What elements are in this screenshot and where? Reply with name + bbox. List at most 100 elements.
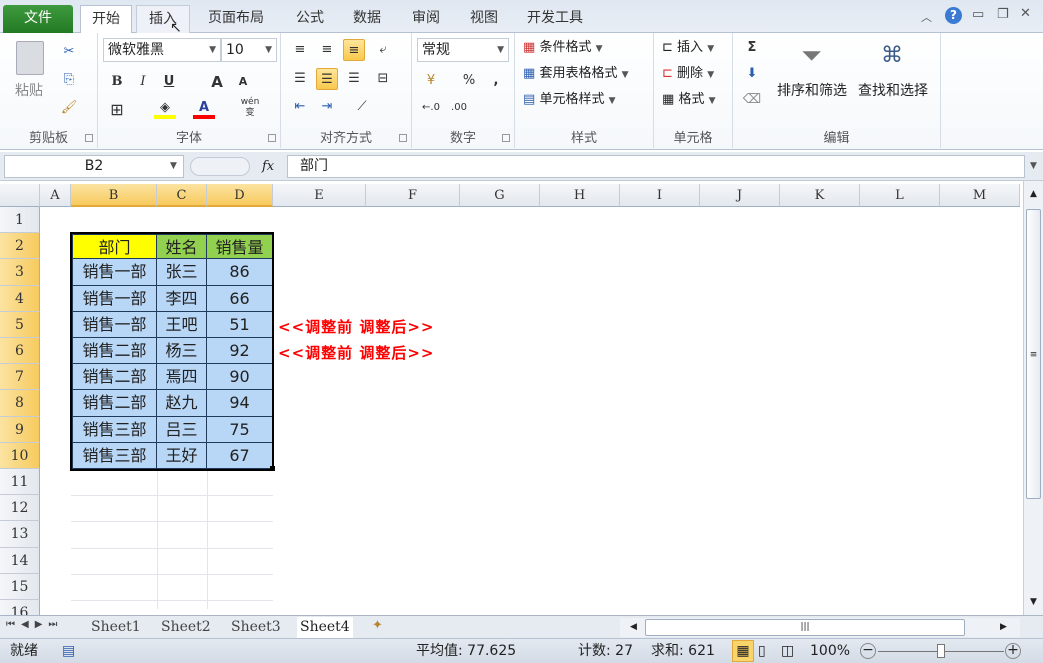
column-header-j[interactable]: J	[700, 184, 780, 207]
table-cell[interactable]: 销售一部	[71, 311, 157, 338]
name-box-dropdown-icon[interactable]: ▼	[170, 161, 177, 171]
table-cell[interactable]: 92	[207, 338, 273, 365]
row-header-10[interactable]: 10	[0, 442, 40, 469]
column-header-c[interactable]: C	[157, 184, 207, 207]
zoom-slider-thumb[interactable]	[937, 644, 945, 658]
align-left-icon[interactable]: ☰	[289, 68, 311, 90]
sheet-tab-sheet1[interactable]: Sheet1	[88, 617, 144, 638]
sheet-tab-sheet2[interactable]: Sheet2	[158, 617, 214, 638]
tab-page-layout[interactable]: 页面布局	[200, 5, 272, 33]
table-cell[interactable]: 赵九	[157, 390, 207, 417]
row-header-6[interactable]: 6	[0, 338, 40, 365]
macro-record-icon[interactable]: ▤	[62, 639, 75, 663]
tab-review[interactable]: 审阅	[404, 5, 448, 33]
table-cell[interactable]: 94	[207, 390, 273, 417]
page-break-view-icon[interactable]: ◫	[781, 639, 794, 663]
number-format-select[interactable]: 常规 ▼	[417, 38, 509, 62]
fill-icon[interactable]: ⬇	[741, 63, 763, 85]
scroll-down-icon[interactable]: ▼	[1026, 597, 1041, 611]
cut-icon[interactable]: ✂	[58, 41, 80, 63]
table-cell[interactable]: 销售三部	[71, 416, 157, 443]
normal-view-icon[interactable]: ▦	[732, 640, 754, 662]
copy-icon[interactable]: ⎘	[58, 69, 80, 91]
align-top-icon[interactable]: ≡	[289, 39, 311, 61]
row-header-1[interactable]: 1	[0, 207, 40, 234]
tab-formulas[interactable]: 公式	[288, 5, 332, 33]
horizontal-scrollbar[interactable]: ◀ ||| ▶	[620, 618, 1020, 637]
shrink-font-button[interactable]: A	[232, 71, 254, 93]
column-header-a[interactable]: A	[40, 184, 71, 207]
cell-styles-button[interactable]: ▤ 单元格样式 ▼	[523, 90, 616, 111]
row-header-11[interactable]: 11	[0, 469, 40, 496]
row-header-14[interactable]: 14	[0, 547, 40, 574]
sort-filter-button[interactable]: 排序和筛选	[777, 81, 847, 101]
phonetic-button[interactable]: wén 变	[238, 97, 262, 119]
table-cell[interactable]: 66	[207, 285, 273, 312]
column-header-b[interactable]: B	[71, 184, 157, 207]
formula-input[interactable]: 部门	[287, 155, 1025, 178]
table-cell[interactable]: 王好	[157, 442, 207, 469]
row-header-9[interactable]: 9	[0, 416, 40, 443]
column-header-k[interactable]: K	[780, 184, 860, 207]
row-header-5[interactable]: 5	[0, 311, 40, 338]
table-cell[interactable]: 吕三	[157, 416, 207, 443]
table-cell[interactable]: 李四	[157, 285, 207, 312]
conditional-format-button[interactable]: ▦ 条件格式 ▼	[523, 38, 603, 59]
align-center-icon[interactable]: ☰	[316, 68, 338, 90]
minimize-window-icon[interactable]: ▭	[972, 7, 984, 22]
column-header-g[interactable]: G	[460, 184, 540, 207]
close-window-icon[interactable]: ✕	[1020, 6, 1031, 21]
table-cell[interactable]: 67	[207, 442, 273, 469]
paste-button[interactable]: 粘贴	[15, 81, 43, 101]
row-header-8[interactable]: 8	[0, 390, 40, 417]
table-cell[interactable]: 75	[207, 416, 273, 443]
comma-button[interactable]: ,	[485, 70, 507, 92]
scroll-right-icon[interactable]: ▶	[1000, 618, 1007, 637]
paste-icon[interactable]	[16, 41, 44, 75]
help-icon[interactable]: ?	[945, 7, 962, 24]
tab-insert[interactable]: 插入	[136, 5, 190, 33]
autosum-button[interactable]: Σ	[741, 37, 763, 59]
currency-icon[interactable]: ¥	[420, 70, 442, 92]
sheet-navigation-icons[interactable]: ⏮◀▶⏭	[6, 619, 63, 630]
dialog-launcher-icon[interactable]	[399, 134, 407, 142]
format-cells-button[interactable]: ▦ 格式 ▼	[662, 90, 716, 111]
worksheet-grid[interactable]: A B C D E F G H I J K L M 1 2 3 4 5 6 7 8 9 10 11 12 13 14 15 16 部门 姓名…	[0, 184, 1023, 615]
scroll-left-icon[interactable]: ◀	[630, 618, 637, 637]
page-layout-view-icon[interactable]: ▯	[758, 639, 766, 663]
format-painter-icon[interactable]: 🖌	[58, 97, 80, 119]
table-cell[interactable]: 销售一部	[71, 285, 157, 312]
table-cell[interactable]: 86	[207, 259, 273, 286]
column-header-i[interactable]: I	[620, 184, 700, 207]
row-header-2[interactable]: 2	[0, 233, 40, 260]
fill-handle[interactable]	[270, 466, 275, 471]
table-cell[interactable]: 销售二部	[71, 364, 157, 391]
table-cell[interactable]: 销售一部	[71, 259, 157, 286]
sheet-tab-sheet3[interactable]: Sheet3	[228, 617, 284, 638]
dialog-launcher-icon[interactable]	[268, 134, 276, 142]
insert-cells-button[interactable]: ⊏ 插入 ▼	[662, 38, 714, 59]
increase-indent-icon[interactable]: ⇥	[316, 96, 338, 118]
table-cell[interactable]: 销售二部	[71, 338, 157, 365]
table-cell[interactable]: 51	[207, 311, 273, 338]
column-header-m[interactable]: M	[940, 184, 1020, 207]
decrease-indent-icon[interactable]: ⇤	[289, 96, 311, 118]
underline-button[interactable]: U	[158, 71, 180, 93]
orientation-icon[interactable]: ⟋	[351, 96, 373, 118]
align-right-icon[interactable]: ☰	[343, 68, 365, 90]
tab-file[interactable]: 文件	[3, 5, 73, 33]
table-cell[interactable]: 销售三部	[71, 442, 157, 469]
scroll-thumb[interactable]: ≡	[1026, 209, 1041, 499]
align-bottom-icon[interactable]: ≡	[343, 39, 365, 61]
column-header-d[interactable]: D	[207, 184, 273, 207]
row-header-7[interactable]: 7	[0, 364, 40, 391]
delete-cells-button[interactable]: ⊏ 删除 ▼	[662, 64, 714, 85]
column-header-e[interactable]: E	[273, 184, 366, 207]
dialog-launcher-icon[interactable]	[502, 134, 510, 142]
minimize-ribbon-icon[interactable]: ︿	[921, 9, 932, 25]
vertical-scrollbar[interactable]: ▲ ≡ ▼	[1023, 181, 1043, 615]
restore-window-icon[interactable]: ❐	[997, 7, 1009, 22]
percent-button[interactable]: %	[458, 70, 480, 92]
insert-worksheet-icon[interactable]: ✦	[372, 618, 383, 633]
formula-bar-splitter[interactable]	[190, 157, 250, 176]
